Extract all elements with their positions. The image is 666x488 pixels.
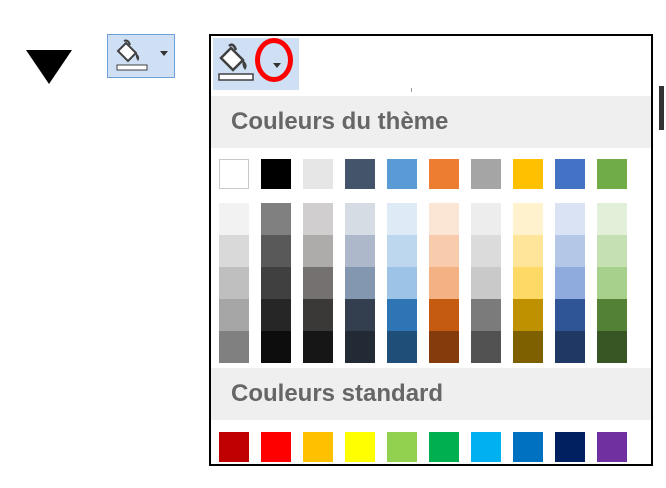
theme-shade-swatch[interactable] — [513, 267, 543, 299]
standard-color-swatch[interactable] — [429, 432, 459, 462]
standard-color-swatch[interactable] — [219, 432, 249, 462]
standard-color-swatch[interactable] — [345, 432, 375, 462]
theme-shade-swatch[interactable] — [597, 235, 627, 267]
theme-shade-swatch[interactable] — [471, 267, 501, 299]
theme-shade-swatch[interactable] — [303, 267, 333, 299]
theme-color-swatch[interactable] — [303, 159, 333, 189]
standard-color-swatch[interactable] — [555, 432, 585, 462]
theme-shade-swatch[interactable] — [555, 267, 585, 299]
paint-bucket-icon — [218, 43, 254, 81]
theme-shade-swatch[interactable] — [429, 203, 459, 235]
theme-color-swatch[interactable] — [387, 159, 417, 189]
standard-color-swatch[interactable] — [303, 432, 333, 462]
theme-shade-swatch[interactable] — [513, 299, 543, 331]
theme-shade-swatch[interactable] — [387, 267, 417, 299]
theme-shade-swatch[interactable] — [513, 235, 543, 267]
theme-shade-swatch[interactable] — [219, 235, 249, 267]
shading-button[interactable] — [107, 34, 175, 78]
highlight-circle — [255, 38, 293, 82]
theme-color-swatch[interactable] — [219, 159, 249, 189]
paint-bucket-icon — [116, 39, 148, 71]
theme-shade-swatch[interactable] — [555, 203, 585, 235]
theme-shade-swatch[interactable] — [219, 299, 249, 331]
dropdown-header — [211, 36, 651, 92]
theme-shade-swatch[interactable] — [303, 235, 333, 267]
theme-shade-swatch[interactable] — [219, 203, 249, 235]
standard-color-swatch[interactable] — [471, 432, 501, 462]
standard-color-swatch[interactable] — [261, 432, 291, 462]
theme-shade-swatch[interactable] — [345, 203, 375, 235]
theme-shade-swatch[interactable] — [261, 331, 291, 363]
standard-color-swatch[interactable] — [513, 432, 543, 462]
theme-shade-swatch[interactable] — [513, 203, 543, 235]
theme-shade-swatch[interactable] — [429, 331, 459, 363]
theme-shade-swatch[interactable] — [597, 267, 627, 299]
theme-shade-swatch[interactable] — [429, 299, 459, 331]
theme-shade-swatch[interactable] — [303, 331, 333, 363]
theme-shade-swatch[interactable] — [471, 235, 501, 267]
divider — [411, 88, 412, 92]
theme-shade-swatch[interactable] — [387, 235, 417, 267]
theme-shade-swatch[interactable] — [219, 267, 249, 299]
standard-colors-header: Couleurs standard — [211, 368, 651, 420]
theme-shade-swatch[interactable] — [513, 331, 543, 363]
theme-shade-swatch[interactable] — [597, 331, 627, 363]
chevron-down-icon[interactable] — [160, 51, 168, 56]
theme-shade-swatch[interactable] — [261, 203, 291, 235]
document-edge — [659, 86, 664, 130]
theme-shade-swatch[interactable] — [219, 331, 249, 363]
theme-shade-swatch[interactable] — [597, 299, 627, 331]
theme-shade-swatch[interactable] — [471, 331, 501, 363]
theme-shade-swatch[interactable] — [387, 203, 417, 235]
theme-color-swatch[interactable] — [429, 159, 459, 189]
theme-shade-swatch[interactable] — [345, 299, 375, 331]
theme-shade-swatch[interactable] — [261, 267, 291, 299]
theme-color-swatch[interactable] — [597, 159, 627, 189]
theme-shade-swatch[interactable] — [303, 203, 333, 235]
theme-color-swatch[interactable] — [555, 159, 585, 189]
theme-shade-swatch[interactable] — [261, 235, 291, 267]
theme-shade-swatch[interactable] — [597, 203, 627, 235]
standard-color-swatch[interactable] — [387, 432, 417, 462]
theme-color-swatch[interactable] — [471, 159, 501, 189]
down-triangle-icon — [26, 50, 72, 84]
theme-shade-swatch[interactable] — [387, 331, 417, 363]
theme-shade-swatch[interactable] — [261, 299, 291, 331]
theme-shade-swatch[interactable] — [471, 203, 501, 235]
theme-shade-swatch[interactable] — [555, 235, 585, 267]
theme-shade-swatch[interactable] — [471, 299, 501, 331]
standard-color-swatch[interactable] — [597, 432, 627, 462]
theme-shade-swatch[interactable] — [429, 235, 459, 267]
theme-shade-swatch[interactable] — [303, 299, 333, 331]
theme-colors-header: Couleurs du thème — [211, 96, 651, 148]
theme-shade-swatch[interactable] — [555, 331, 585, 363]
theme-shade-swatch[interactable] — [429, 267, 459, 299]
theme-shade-swatch[interactable] — [345, 267, 375, 299]
theme-shade-swatch[interactable] — [345, 331, 375, 363]
theme-color-swatch[interactable] — [261, 159, 291, 189]
theme-color-swatch[interactable] — [513, 159, 543, 189]
color-picker-dropdown: Couleurs du thème Couleurs standard — [209, 34, 653, 466]
theme-shade-swatch[interactable] — [555, 299, 585, 331]
theme-shade-swatch[interactable] — [345, 235, 375, 267]
theme-shade-swatch[interactable] — [387, 299, 417, 331]
theme-color-swatch[interactable] — [345, 159, 375, 189]
